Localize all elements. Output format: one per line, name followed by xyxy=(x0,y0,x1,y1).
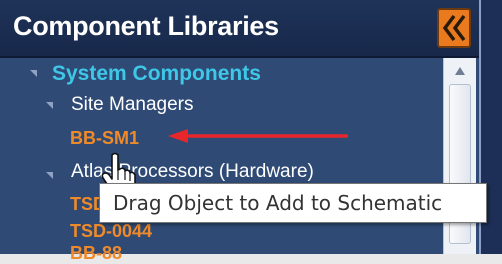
triangle-up-icon xyxy=(455,67,465,75)
collapse-panel-button[interactable] xyxy=(437,8,471,48)
tree-leaf-label: TSD-0044 xyxy=(70,221,153,241)
tree-node-label: Site Managers xyxy=(71,94,194,115)
expand-triangle-icon[interactable] xyxy=(30,70,37,77)
tooltip-text: Drag Object to Add to Schematic xyxy=(113,191,443,215)
tree-leaf-label: BB-88 xyxy=(70,243,123,263)
tree-scrollbar[interactable] xyxy=(443,58,476,254)
scroll-up-button[interactable] xyxy=(448,62,472,80)
tree-leaf-tsd-0044[interactable]: TSD-0044 xyxy=(70,221,152,242)
tree-leaf-bb-sm1[interactable]: BB-SM1 xyxy=(70,128,139,149)
panel-title: Component Libraries xyxy=(13,11,279,41)
component-tree: System Components Site Managers BB-SM1 A… xyxy=(0,58,443,263)
drag-hint-tooltip: Drag Object to Add to Schematic xyxy=(99,183,487,223)
tree-node-site-managers[interactable]: Site Managers xyxy=(71,94,194,116)
red-arrow-annotation xyxy=(168,129,348,143)
tree-leaf-label: BB-SM1 xyxy=(70,128,140,148)
expand-triangle-icon[interactable] xyxy=(46,172,53,179)
panel-header: Component Libraries xyxy=(0,0,502,58)
tree-node-system-components[interactable]: System Components xyxy=(52,62,261,86)
component-libraries-panel: Component Libraries System Components Si… xyxy=(0,0,502,263)
tree-node-label: System Components xyxy=(52,62,261,85)
double-chevron-left-icon xyxy=(442,14,466,42)
expand-triangle-icon[interactable] xyxy=(46,102,53,109)
